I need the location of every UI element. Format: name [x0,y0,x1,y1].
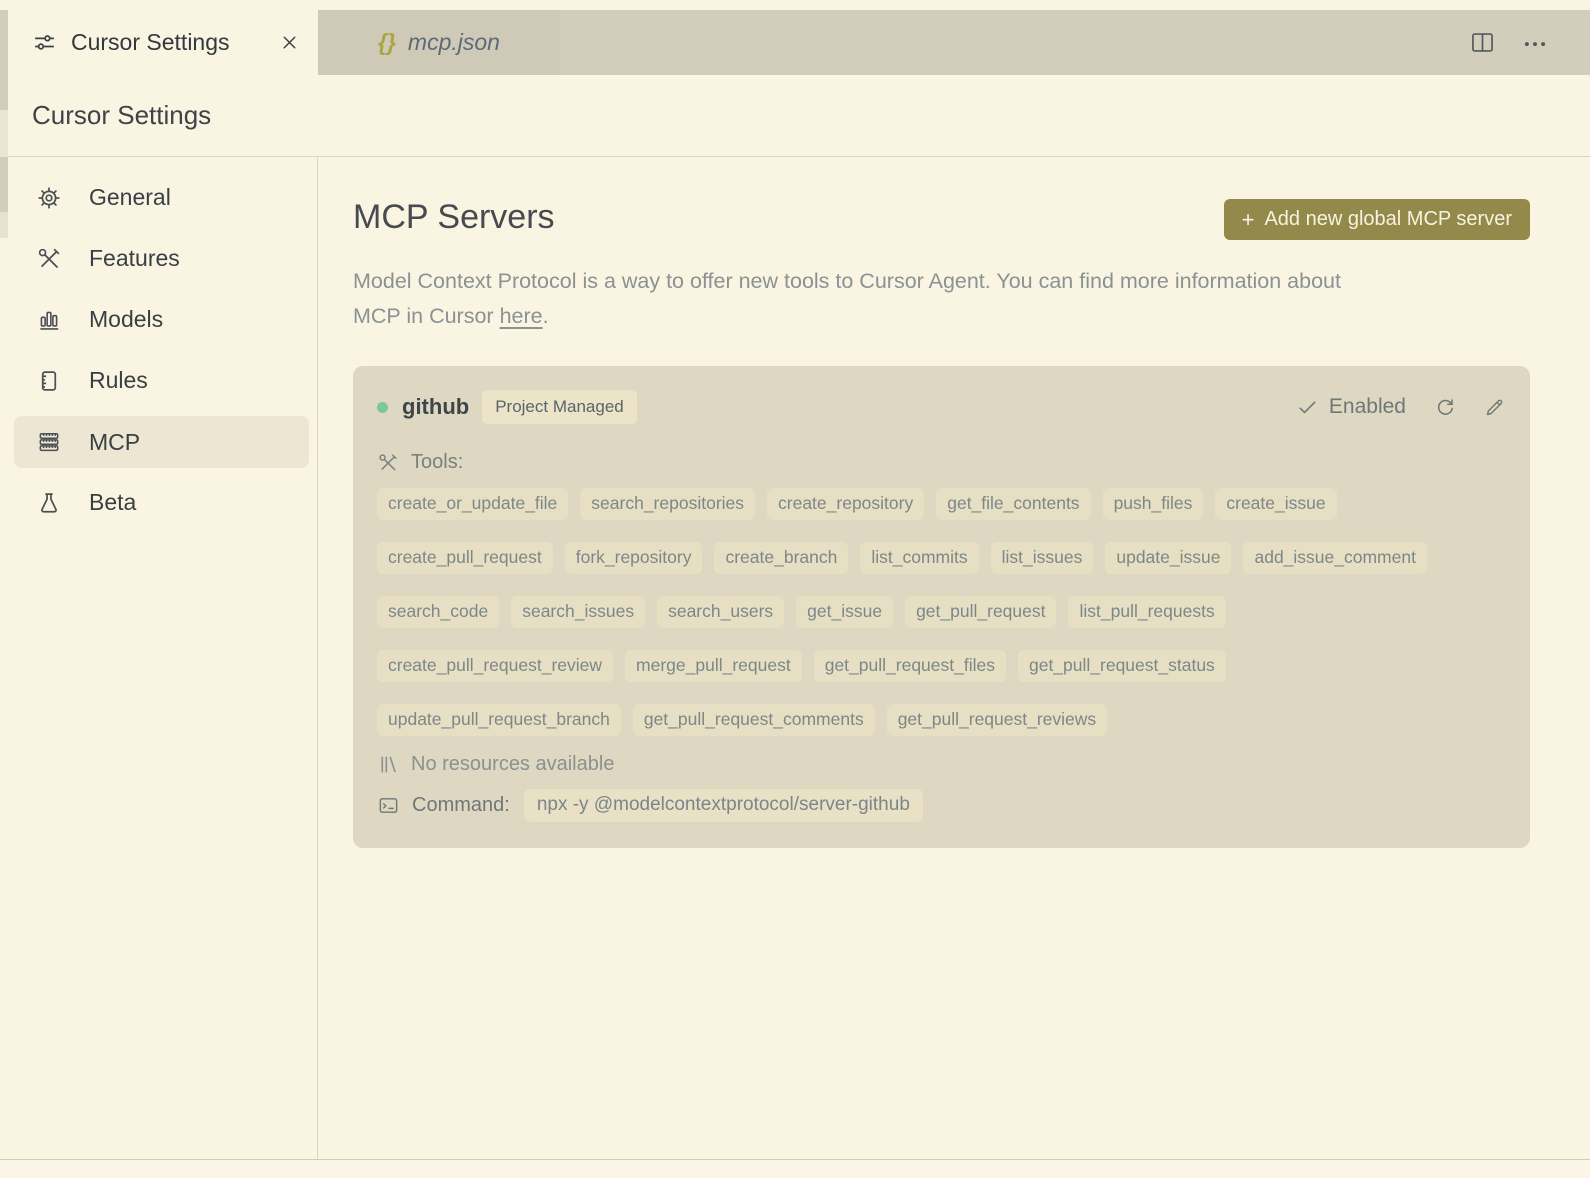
split-editor-icon[interactable] [1469,29,1496,56]
edge-strip [0,75,8,110]
settings-header: Cursor Settings [0,75,1590,157]
check-icon [1299,401,1316,413]
sidebar-item-mcp[interactable]: MCP [14,416,309,468]
tools-icon [379,453,397,471]
edge-strip [0,110,8,157]
add-button-label: Add new global MCP server [1264,208,1512,230]
tool-chip: create_pull_request [377,542,553,574]
tool-chip: create_pull_request_review [377,650,614,682]
tool-chip: create_branch [714,542,849,574]
tab-bar: Cursor Settings {} mcp.json [0,10,1590,75]
tool-chip: search_users [657,596,785,628]
tool-chip: get_file_contents [936,488,1091,520]
plus-icon: + [1241,206,1255,232]
beaker-icon [36,490,62,516]
tool-chip: list_commits [860,542,979,574]
ruler-doc-icon [36,368,62,394]
server-card-github: github Project Managed Enabled Tools: cr… [353,366,1530,848]
add-global-mcp-server-button[interactable]: + Add new global MCP server [1223,199,1530,240]
tool-chip: update_pull_request_branch [377,704,621,736]
edit-pencil-icon[interactable] [1483,396,1506,419]
tool-chip: create_or_update_file [377,488,569,520]
sidebar-item-label: MCP [89,428,141,455]
sidebar-item-beta[interactable]: Beta [0,472,317,533]
tool-chip: update_issue [1105,542,1232,574]
tool-chip: create_repository [767,488,925,520]
edge-strip [0,212,8,238]
tool-chip: get_pull_request [905,596,1057,628]
library-icon [381,756,396,773]
server-stack-icon [36,429,62,455]
tool-chip: search_issues [511,596,646,628]
sidebar-item-label: Rules [89,367,148,393]
tab-mcp-json[interactable]: {} mcp.json [318,10,560,75]
refresh-icon[interactable] [1433,396,1456,419]
tool-chip: get_issue [796,596,894,628]
tool-chip-list: create_or_update_file search_repositories… [377,488,1505,736]
braces-icon: {} [378,29,396,55]
command-value: npx -y @modelcontextprotocol/server-gith… [523,789,923,822]
edge-strip [0,157,8,212]
close-icon[interactable] [279,32,300,53]
server-name: github [402,394,470,419]
no-resources-label: No resources available [411,753,615,775]
sidebar-item-label: Beta [89,489,137,515]
tool-chip: get_pull_request_status [1017,650,1226,682]
sidebar-item-label: General [89,184,171,210]
gear-icon [36,185,62,211]
tool-chip: add_issue_comment [1243,542,1427,574]
tool-chip: create_issue [1215,488,1337,520]
description-line-2: MCP in Cursor [353,304,500,328]
tools-label: Tools: [411,451,464,473]
tool-chip: get_pull_request_reviews [886,704,1108,736]
enabled-label: Enabled [1328,395,1406,418]
tools-icon [36,246,62,272]
tool-chip: get_pull_request_comments [632,704,875,736]
mcp-description: Model Context Protocol is a way to offer… [353,264,1529,334]
mcp-servers-title: MCP Servers [353,198,555,236]
status-dot [377,401,388,413]
tool-chip: list_pull_requests [1068,596,1226,628]
sidebar-item-general[interactable]: General [0,167,317,228]
page-title: Cursor Settings [32,100,212,130]
editor-actions [1469,10,1590,75]
tool-chip: fork_repository [564,542,703,574]
enabled-toggle[interactable]: Enabled [1296,395,1406,419]
bottom-panel-edge [0,1159,1590,1178]
tool-chip: push_files [1102,488,1204,520]
tool-chip: search_repositories [580,488,756,520]
sidebar-item-features[interactable]: Features [0,228,317,289]
more-actions-icon[interactable] [1522,30,1548,56]
tab-label: Cursor Settings [71,29,230,55]
tool-chip: merge_pull_request [625,650,802,682]
sliders-icon [32,30,57,55]
sidebar-item-rules[interactable]: Rules [0,350,317,411]
tab-label: mcp.json [407,29,500,55]
description-line-1: Model Context Protocol is a way to offer… [353,269,1341,293]
settings-sidebar: General Features Models Rules MCP Beta [0,157,318,1159]
tab-cursor-settings[interactable]: Cursor Settings [8,10,318,75]
project-managed-badge: Project Managed [482,390,637,424]
here-link[interactable]: here [500,304,543,328]
tool-chip: list_issues [990,542,1094,574]
tool-chip: get_pull_request_files [813,650,1006,682]
sidebar-item-models[interactable]: Models [0,289,317,350]
description-period: . [542,304,549,328]
bar-chart-icon [36,307,62,333]
sidebar-item-label: Features [89,245,180,271]
command-label: Command: [412,794,510,816]
mcp-settings-panel: MCP Servers + Add new global MCP server … [318,157,1590,1159]
sidebar-item-label: Models [89,306,164,332]
tool-chip: search_code [377,596,500,628]
terminal-icon [377,794,400,817]
